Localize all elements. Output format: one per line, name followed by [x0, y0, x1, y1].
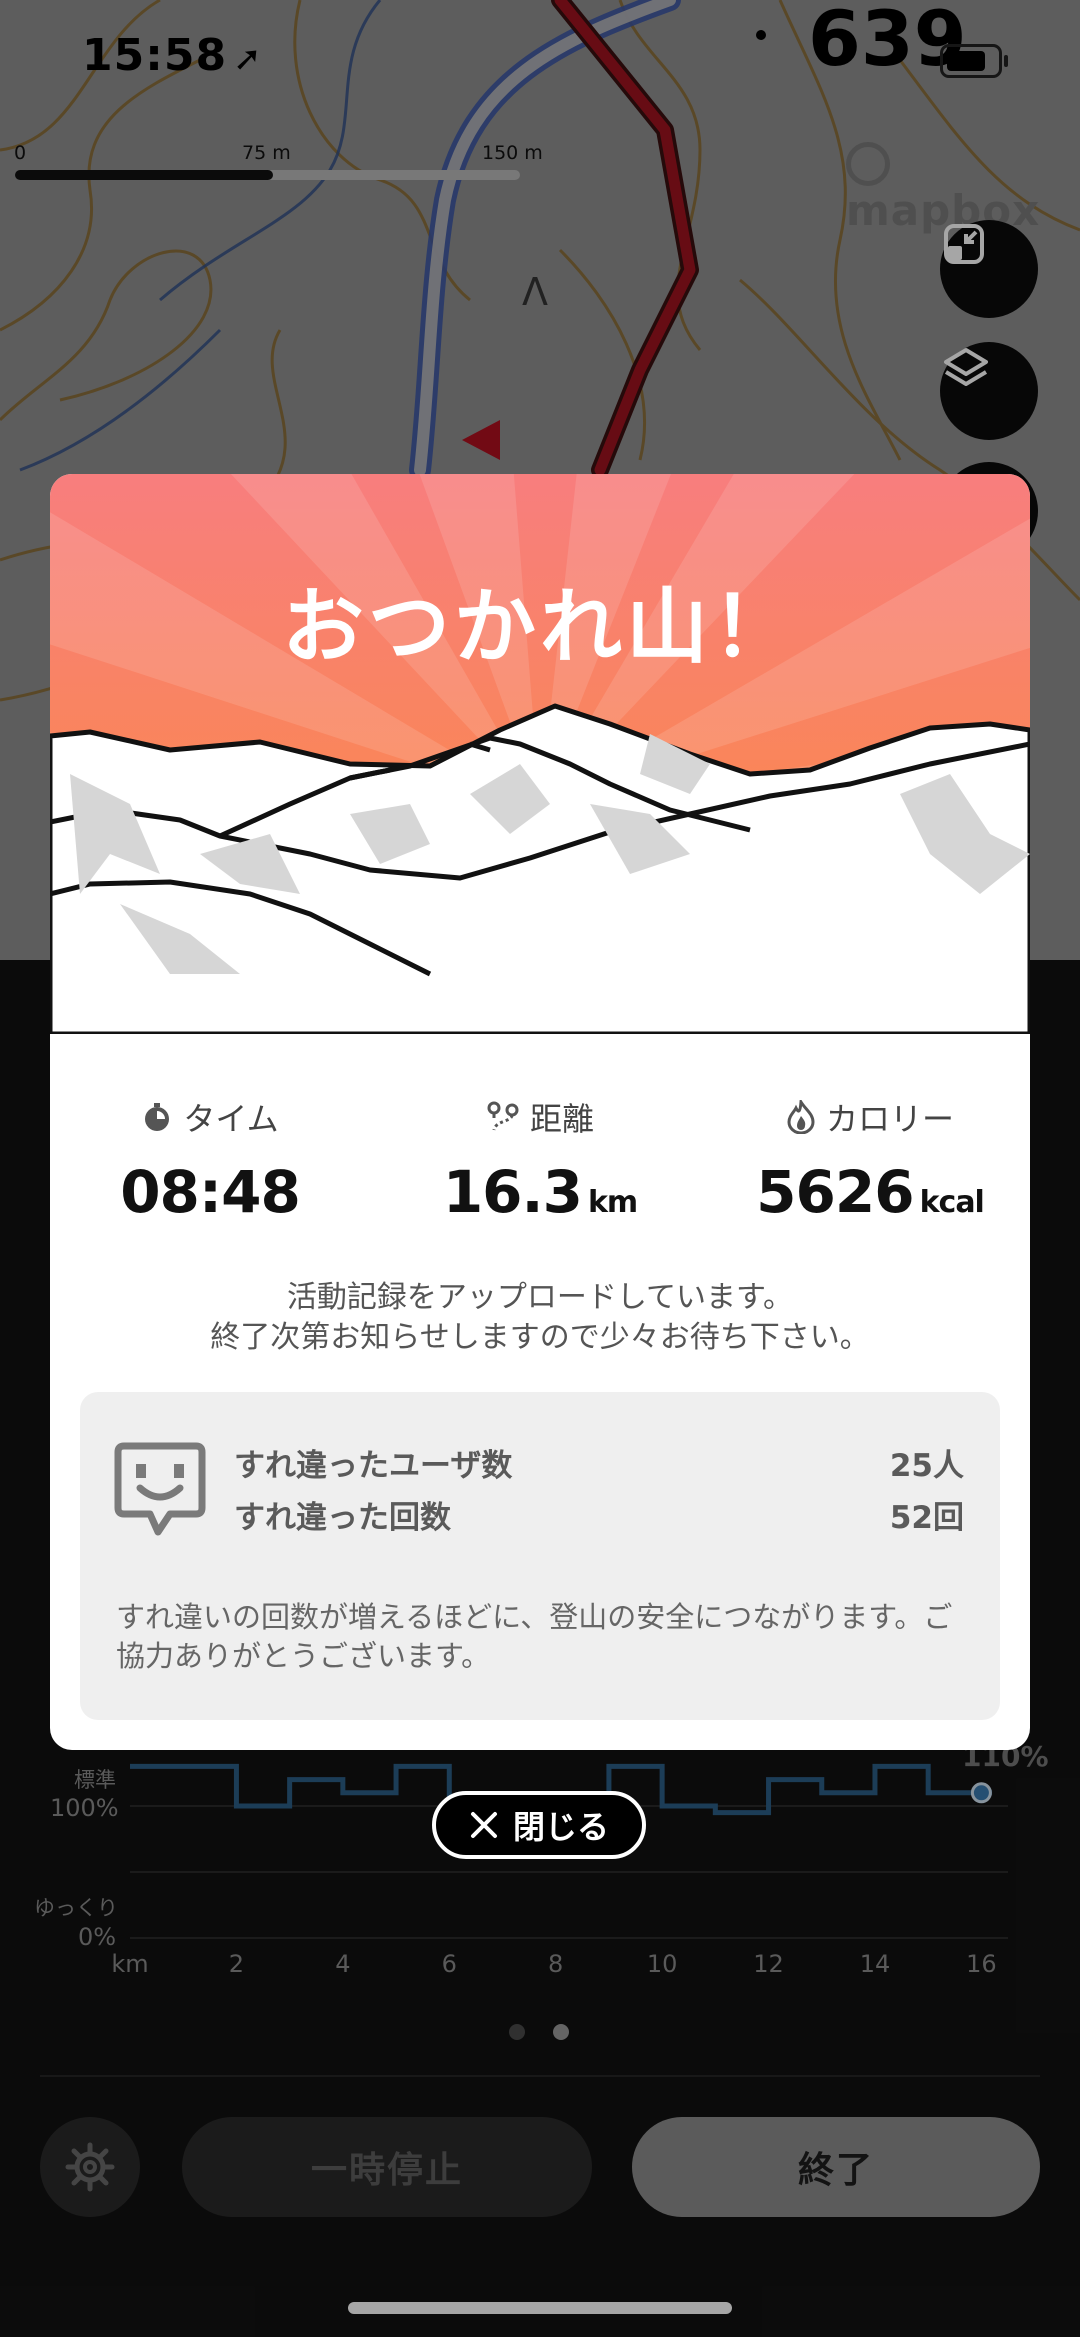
stat-distance-value: 16.3 km [442, 1158, 638, 1226]
upload-message-line-1: 活動記録をアップロードしています。 [286, 1280, 794, 1315]
encounter-count-label: すれ違った回数 [234, 1500, 451, 1536]
close-button[interactable]: 閉じる [432, 1791, 646, 1859]
close-label: 閉じる [512, 1808, 609, 1846]
stat-distance-label: 距離 [380, 1094, 700, 1140]
upload-message-line-2: 終了次第お知らせしますので少々お待ち下さい。 [210, 1320, 870, 1355]
stat-distance: 距離 16.3 km [380, 1094, 700, 1226]
encounter-users-label: すれ違ったユーザ数 [234, 1448, 513, 1484]
encounter-note: すれ違いの回数が増えるほどに、登山の安全につながります。ご協力ありがとうございま… [116, 1600, 953, 1673]
stat-calories: カロリー 5626 kcal [710, 1094, 1030, 1226]
encounter-users-value: 25人 [889, 1448, 964, 1484]
stat-calories-value: 5626 kcal [756, 1158, 985, 1226]
mountain-illustration [50, 474, 1030, 1034]
stopwatch-icon [145, 1103, 170, 1131]
flame-icon [787, 1100, 815, 1134]
modal-title: おつかれ山！ [281, 580, 798, 675]
summary-modal: おつかれ山！ タイム 08:48 距離 16.3 km カロリー 5626 kcal… [50, 474, 1030, 1750]
close-icon [470, 1812, 497, 1838]
happy-face-chat-icon [114, 1442, 206, 1536]
stat-time-label: タイム [50, 1094, 370, 1140]
stat-time: タイム 08:48 [50, 1094, 370, 1226]
encounter-summary: すれ違ったユーザ数 25人 すれ違った回数 52回 すれ違いの回数が増えるほどに… [80, 1392, 1000, 1720]
stat-time-value: 08:48 [120, 1158, 301, 1226]
stat-calories-label: カロリー [710, 1094, 1030, 1140]
encounter-count-value: 52回 [889, 1500, 964, 1536]
upload-message: 活動記録をアップロードしています。 終了次第お知らせしますので少々お待ち下さい。 [50, 1278, 1030, 1358]
route-icon [487, 1101, 519, 1131]
